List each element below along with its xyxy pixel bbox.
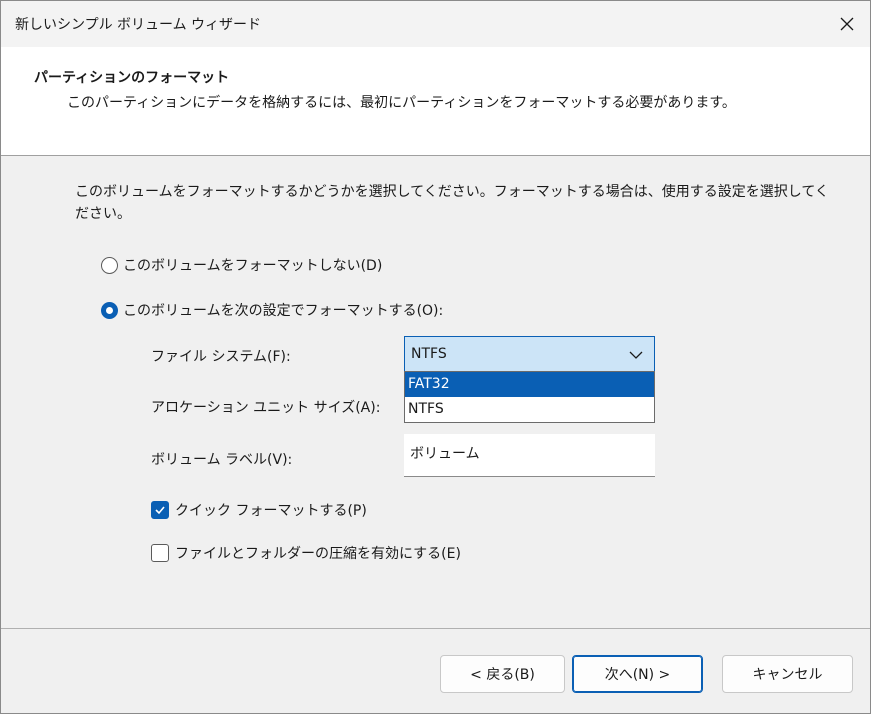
close-button[interactable] [824, 1, 870, 47]
chevron-down-icon [629, 351, 643, 359]
cancel-button-label: キャンセル [752, 667, 823, 683]
volume-label-label: ボリューム ラベル(V): [151, 452, 293, 468]
cancel-button[interactable]: キャンセル [722, 655, 853, 693]
file-system-selected-value: NTFS [411, 346, 447, 362]
file-system-option-ntfs[interactable]: NTFS [405, 397, 654, 422]
file-system-label: ファイル システム(F): [151, 349, 291, 365]
compression-option[interactable]: ファイルとフォルダーの圧縮を有効にする(E) [151, 543, 461, 563]
file-system-dropdown-list: FAT32 NTFS [404, 371, 655, 423]
instructions-text: このボリュームをフォーマットするかどうかを選択してください。フォーマットする場合… [75, 184, 829, 222]
volume-label-value: ボリューム [410, 446, 480, 462]
checkmark-icon [155, 506, 165, 515]
format-radio-label: このボリュームを次の設定でフォーマットする(O): [123, 303, 444, 319]
compression-checkbox[interactable] [151, 544, 169, 562]
no-format-radio[interactable] [101, 256, 118, 274]
window-title: 新しいシンプル ボリューム ウィザード [15, 17, 262, 33]
file-system-select[interactable]: NTFS [404, 336, 655, 372]
no-format-radio-option[interactable]: このボリュームをフォーマットしない(D) [101, 255, 382, 275]
quick-format-label: クイック フォーマットする(P) [175, 503, 367, 519]
back-button-label: < 戻る(B) [470, 667, 535, 683]
wizard-content: このボリュームをフォーマットするかどうかを選択してください。フォーマットする場合… [1, 157, 870, 627]
quick-format-option[interactable]: クイック フォーマットする(P) [151, 500, 367, 520]
header-divider [1, 155, 870, 156]
page-subtitle: このパーティションにデータを格納するには、最初にパーティションをフォーマットする… [67, 95, 736, 111]
next-button[interactable]: 次へ(N) > [572, 655, 703, 693]
wizard-footer: < 戻る(B) 次へ(N) > キャンセル [1, 629, 870, 713]
no-format-radio-label: このボリュームをフォーマットしない(D) [123, 258, 383, 274]
close-icon [840, 17, 854, 31]
compression-label: ファイルとフォルダーの圧縮を有効にする(E) [175, 546, 461, 562]
format-radio-option[interactable]: このボリュームを次の設定でフォーマットする(O): [101, 300, 443, 320]
wizard-header: パーティションのフォーマット このパーティションにデータを格納するには、最初にパ… [1, 47, 870, 155]
volume-label-input[interactable]: ボリューム [404, 434, 655, 477]
file-system-option-fat32[interactable]: FAT32 [405, 372, 654, 397]
page-title: パーティションのフォーマット [34, 70, 230, 86]
quick-format-checkbox[interactable] [151, 501, 169, 519]
format-radio[interactable] [101, 301, 118, 319]
allocation-unit-label: アロケーション ユニット サイズ(A): [151, 400, 381, 416]
next-button-label: 次へ(N) > [604, 667, 671, 683]
back-button[interactable]: < 戻る(B) [440, 655, 565, 693]
title-bar: 新しいシンプル ボリューム ウィザード [1, 1, 870, 47]
wizard-window: 新しいシンプル ボリューム ウィザード パーティションのフォーマット このパーテ… [0, 0, 871, 714]
